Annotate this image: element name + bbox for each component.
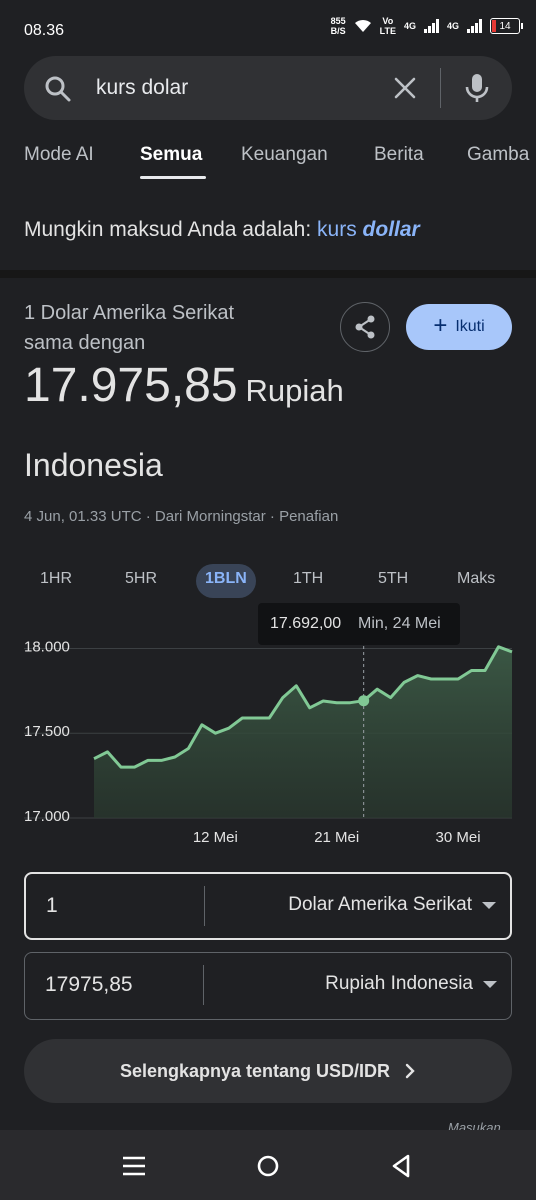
tooltip-date: Min, 24 Mei bbox=[358, 615, 441, 632]
range-1bln[interactable]: 1BLN bbox=[205, 570, 247, 588]
wifi-icon bbox=[354, 19, 371, 32]
network-type-2: 4G bbox=[446, 21, 459, 31]
active-tab-indicator bbox=[140, 176, 206, 179]
network-type-1: 4G bbox=[403, 21, 416, 31]
status-icons: 855 B/S Vo LTE 4G 4G 14 bbox=[330, 16, 523, 36]
volte-indicator: Vo LTE bbox=[379, 16, 396, 36]
tab-berita[interactable]: Berita bbox=[374, 144, 424, 166]
range-selector: 1HR 5HR 1BLN 1TH 5TH Maks bbox=[0, 564, 536, 598]
clear-icon[interactable] bbox=[390, 73, 420, 103]
back-icon[interactable] bbox=[386, 1150, 418, 1182]
y-tick-label: 17.500 bbox=[24, 723, 70, 740]
range-5hr[interactable]: 5HR bbox=[125, 570, 157, 588]
menu-icon[interactable] bbox=[118, 1150, 150, 1182]
battery-level: 14 bbox=[499, 20, 511, 32]
suggestion-link[interactable]: kurs dollar bbox=[317, 218, 420, 241]
dropdown-arrow-icon bbox=[482, 901, 496, 909]
dropdown-arrow-icon bbox=[483, 980, 497, 988]
rate-currency: Rupiah bbox=[245, 373, 344, 408]
range-maks[interactable]: Maks bbox=[457, 570, 495, 588]
rate-metadata: 4 Jun, 01.33 UTC · Dari Morningstar · Pe… bbox=[24, 508, 339, 525]
follow-button[interactable]: + Ikuti bbox=[406, 304, 512, 350]
conversion-label: 1 Dolar Amerika Serikat sama dengan bbox=[24, 302, 235, 354]
to-currency-row: 17975,85 Rupiah Indonesia bbox=[24, 952, 512, 1020]
status-bar: 08.36 855 B/S Vo LTE 4G 4G 14 bbox=[0, 0, 536, 60]
tab-mode-ai[interactable]: Mode AI bbox=[24, 144, 94, 166]
android-nav-bar bbox=[0, 1130, 536, 1200]
to-currency-select[interactable]: Rupiah Indonesia bbox=[325, 973, 497, 995]
search-divider bbox=[440, 68, 441, 108]
price-chart[interactable]: 18.000 17.500 17.000 12 Mei 21 Mei 30 Mei bbox=[0, 640, 536, 860]
from-amount-input[interactable]: 1 bbox=[46, 894, 58, 918]
search-bar bbox=[24, 56, 512, 120]
x-tick-label: 21 Mei bbox=[314, 829, 359, 846]
network-speed: 855 B/S bbox=[330, 16, 346, 36]
x-tick-label: 12 Mei bbox=[193, 829, 238, 846]
x-tick-label: 30 Mei bbox=[436, 829, 481, 846]
follow-label: Ikuti bbox=[455, 318, 485, 335]
chart-area bbox=[94, 646, 512, 818]
tab-semua[interactable]: Semua bbox=[140, 144, 202, 166]
more-about-button[interactable]: Selengkapnya tentang USD/IDR bbox=[24, 1039, 512, 1103]
range-1th[interactable]: 1TH bbox=[293, 570, 323, 588]
from-currency-select[interactable]: Dolar Amerika Serikat bbox=[288, 894, 496, 916]
spelling-suggestion: Mungkin maksud Anda adalah: kurs dollar bbox=[24, 218, 420, 242]
chevron-right-icon bbox=[405, 1063, 415, 1079]
chart-highlight-point bbox=[358, 695, 370, 707]
share-button[interactable] bbox=[340, 302, 390, 352]
home-icon[interactable] bbox=[252, 1150, 284, 1182]
tab-gambar[interactable]: Gamba bbox=[467, 144, 529, 166]
chart-tooltip: 17.692,00 Min, 24 Mei bbox=[258, 603, 460, 645]
search-input[interactable] bbox=[96, 76, 376, 100]
from-currency-row: 1 Dolar Amerika Serikat bbox=[24, 872, 512, 940]
section-separator bbox=[0, 270, 536, 278]
y-tick-label: 17.000 bbox=[24, 808, 70, 825]
search-icon bbox=[45, 76, 71, 102]
suggestion-prefix: Mungkin maksud Anda adalah: bbox=[24, 218, 318, 241]
range-5th[interactable]: 5TH bbox=[378, 570, 408, 588]
share-icon bbox=[355, 315, 375, 339]
tooltip-value: 17.692,00 bbox=[270, 615, 342, 632]
search-tabs: Mode AI Semua Keuangan Berita Gamba bbox=[0, 140, 536, 184]
microphone-icon[interactable] bbox=[462, 72, 492, 104]
region-title: Indonesia bbox=[24, 447, 163, 483]
signal-icon-2 bbox=[467, 19, 482, 33]
signal-icon bbox=[423, 19, 439, 33]
battery-icon: 14 bbox=[490, 18, 523, 34]
rate-value: 17.975,85 bbox=[24, 359, 238, 412]
plus-icon: + bbox=[433, 312, 448, 339]
exchange-rate: 17.975,85 Rupiah bbox=[24, 358, 344, 413]
status-time: 08.36 bbox=[24, 22, 65, 39]
to-amount-input[interactable]: 17975,85 bbox=[45, 973, 133, 997]
y-tick-label: 18.000 bbox=[24, 640, 70, 655]
range-1hr[interactable]: 1HR bbox=[40, 570, 72, 588]
tab-keuangan[interactable]: Keuangan bbox=[241, 144, 328, 166]
